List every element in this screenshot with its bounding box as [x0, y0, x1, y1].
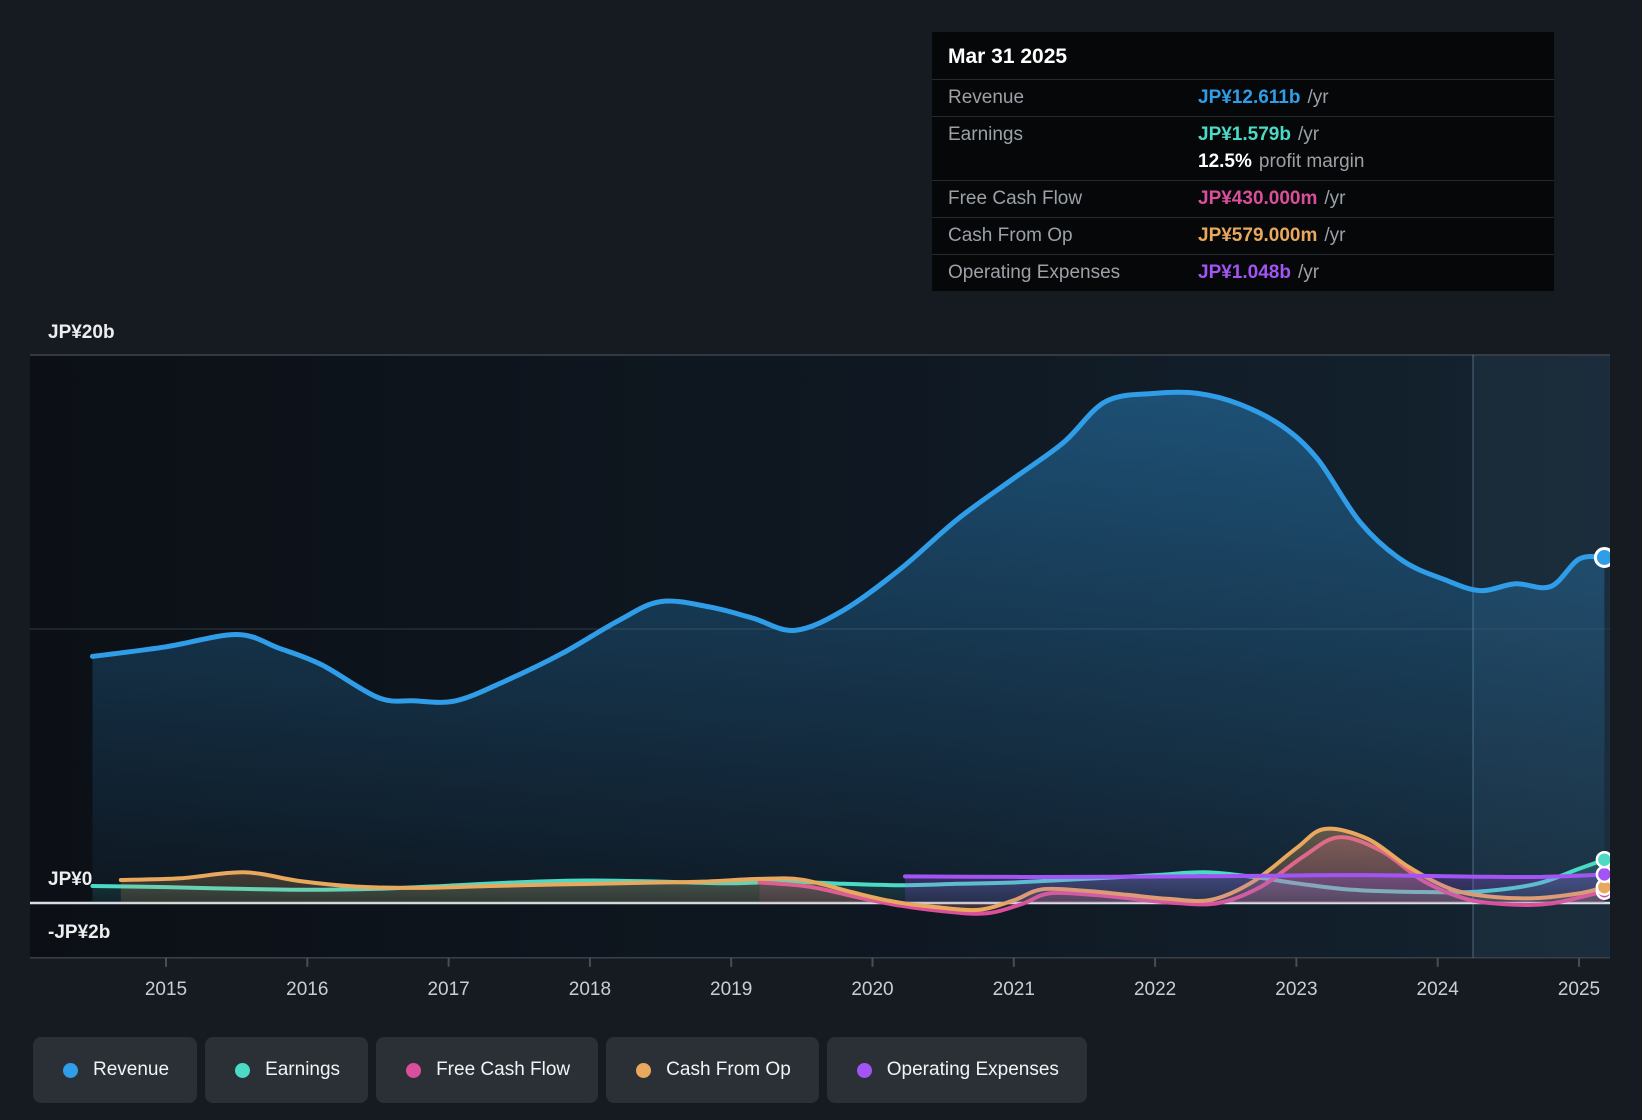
legend-label: Free Cash Flow — [436, 1059, 571, 1080]
legend-label: Earnings — [265, 1059, 341, 1080]
revenue-series-dot-icon — [63, 1062, 78, 1078]
legend-item-operating-expenses[interactable]: Operating Expenses — [826, 1037, 1087, 1103]
cash-from-op-series-dot-icon — [636, 1062, 652, 1078]
svg-text:2016: 2016 — [286, 979, 328, 1000]
svg-text:-JP¥2b: -JP¥2b — [48, 922, 110, 943]
svg-text:2019: 2019 — [710, 979, 752, 1000]
legend-label: Cash From Op — [666, 1059, 791, 1080]
x-axis-labels: 2015 2016 2017 2018 2019 2020 2021 2022 2023 2024… — [145, 979, 1600, 1000]
svg-text:2023: 2023 — [1275, 979, 1317, 1000]
svg-text:2018: 2018 — [569, 979, 611, 1000]
tooltip-value: JP¥12.611b/yr — [1198, 87, 1329, 108]
tooltip-row-free-cash-flow: Free Cash Flow JP¥430.000m/yr — [932, 180, 1554, 217]
legend-item-earnings[interactable]: Earnings — [205, 1037, 369, 1103]
svg-text:2022: 2022 — [1134, 979, 1176, 1000]
tooltip-label: Cash From Op — [948, 225, 1073, 246]
tooltip-label: Operating Expenses — [948, 262, 1121, 283]
tooltip-value: JP¥579.000m/yr — [1198, 225, 1346, 246]
tooltip-date: Mar 31 2025 — [948, 45, 1068, 68]
chart-tooltip: Mar 31 2025 Revenue JP¥12.611b/yr Earnin… — [932, 32, 1554, 291]
profit-margin: 12.5% profit margin — [1198, 151, 1365, 172]
svg-text:2021: 2021 — [993, 979, 1035, 1000]
tooltip-value: JP¥1.579b/yr 12.5% profit margin — [1198, 124, 1538, 173]
tooltip-label: Free Cash Flow — [948, 188, 1083, 209]
legend-item-free-cash-flow[interactable]: Free Cash Flow — [376, 1037, 599, 1103]
svg-text:2017: 2017 — [427, 979, 469, 1000]
legend-label: Revenue — [93, 1059, 170, 1080]
series-operating_expenses — [903, 872, 1607, 903]
free-cash-flow-series-dot-icon — [406, 1062, 422, 1078]
tooltip-row-revenue: Revenue JP¥12.611b/yr — [932, 79, 1554, 116]
svg-text:2025: 2025 — [1558, 979, 1600, 1000]
financial-chart-page: JP¥20b JP¥0 -JP¥2b 2015 2016 2017 2018 2019 2020… — [0, 0, 1642, 1120]
svg-text:2024: 2024 — [1417, 979, 1460, 1000]
tooltip-label: Revenue — [948, 87, 1025, 108]
svg-text:2020: 2020 — [851, 979, 893, 1000]
svg-text:JP¥0: JP¥0 — [48, 869, 92, 890]
chart-legend: Revenue Earnings Free Cash Flow Cash Fro… — [33, 1037, 1087, 1103]
tooltip-row-cash-from-op: Cash From Op JP¥579.000m/yr — [932, 217, 1554, 254]
tooltip-label: Earnings — [948, 124, 1023, 145]
earnings-series-dot-icon — [235, 1062, 251, 1078]
svg-text:2015: 2015 — [145, 979, 187, 1000]
svg-text:JP¥20b: JP¥20b — [48, 322, 115, 343]
tooltip-row-operating-expenses: Operating Expenses JP¥1.048b/yr — [932, 254, 1554, 291]
legend-label: Operating Expenses — [886, 1059, 1059, 1080]
tooltip-value: JP¥1.048b/yr — [1198, 262, 1320, 283]
legend-item-cash-from-op[interactable]: Cash From Op — [606, 1037, 819, 1103]
tooltip-value: JP¥430.000m/yr — [1198, 188, 1346, 209]
legend-item-revenue[interactable]: Revenue — [33, 1037, 198, 1103]
operating-expenses-series-dot-icon — [856, 1062, 872, 1078]
tooltip-row-earnings: Earnings JP¥1.579b/yr 12.5% profit margin — [932, 116, 1554, 180]
